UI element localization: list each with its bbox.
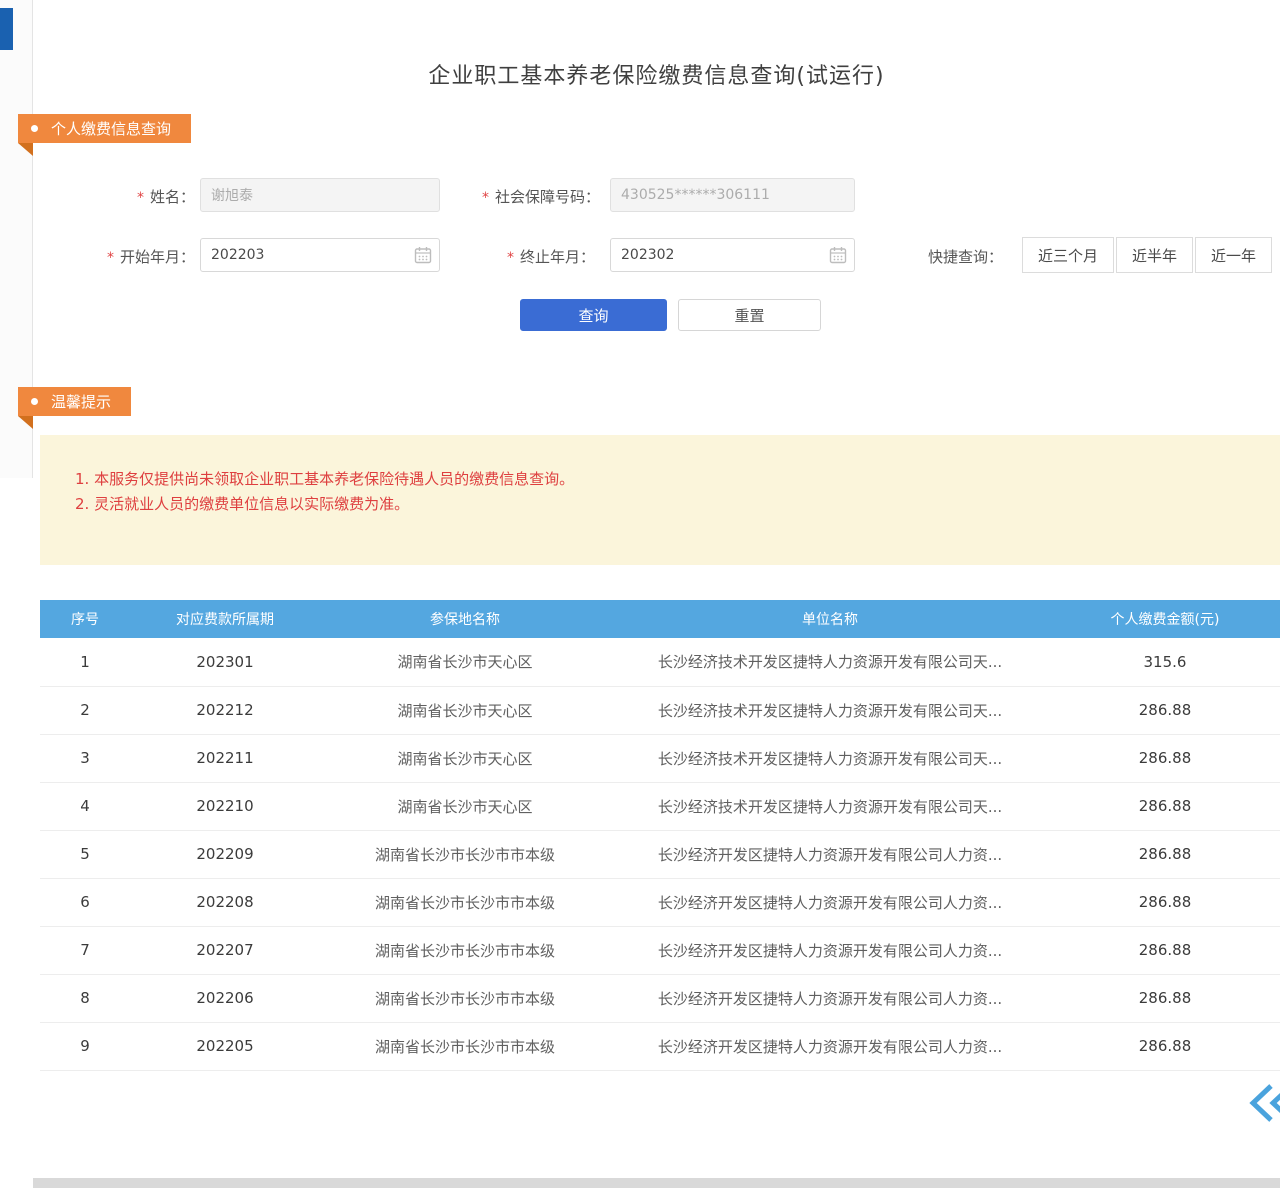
start-month-label: *开始年月： [85, 246, 195, 267]
table-cell: 4 [40, 782, 130, 830]
table-cell: 长沙经济技术开发区捷特人力资源开发有限公司天... [610, 782, 1050, 830]
table-cell: 286.88 [1050, 830, 1280, 878]
tips-line: 2. 灵活就业人员的缴费单位信息以实际缴费为准。 [75, 492, 1280, 517]
table-cell: 286.88 [1050, 926, 1280, 974]
table-cell: 湖南省长沙市长沙市市本级 [320, 1022, 610, 1070]
ssn-field [610, 178, 855, 212]
table-cell: 286.88 [1050, 974, 1280, 1022]
table-row: 4202210湖南省长沙市天心区长沙经济技术开发区捷特人力资源开发有限公司天..… [40, 782, 1280, 830]
table-cell: 202206 [130, 974, 320, 1022]
section-ribbon-tips-label: 温馨提示 [51, 391, 111, 412]
section-ribbon-query-label: 个人缴费信息查询 [51, 118, 171, 139]
table-cell: 202212 [130, 686, 320, 734]
table-cell: 湖南省长沙市长沙市市本级 [320, 830, 610, 878]
end-month-field[interactable] [610, 238, 855, 272]
table-row: 8202206湖南省长沙市长沙市市本级长沙经济开发区捷特人力资源开发有限公司人力… [40, 974, 1280, 1022]
table-cell: 湖南省长沙市天心区 [320, 686, 610, 734]
table-cell: 3 [40, 734, 130, 782]
start-month-field[interactable] [200, 238, 440, 272]
table-cell: 7 [40, 926, 130, 974]
table-row: 2202212湖南省长沙市天心区长沙经济技术开发区捷特人力资源开发有限公司天..… [40, 686, 1280, 734]
quick-1year-button[interactable]: 近一年 [1195, 237, 1272, 273]
table-cell: 长沙经济技术开发区捷特人力资源开发有限公司天... [610, 686, 1050, 734]
table-cell: 湖南省长沙市长沙市市本级 [320, 926, 610, 974]
name-label: *姓名： [90, 186, 195, 207]
query-button[interactable]: 查询 [520, 299, 667, 331]
quick-halfyear-button[interactable]: 近半年 [1116, 237, 1193, 273]
table-cell: 湖南省长沙市天心区 [320, 782, 610, 830]
payment-table: 序号 对应费款所属期 参保地名称 单位名称 个人缴费金额(元) 1202301湖… [40, 600, 1280, 1071]
required-marker: * [137, 190, 144, 206]
header-period: 对应费款所属期 [130, 600, 320, 638]
table-cell: 长沙经济开发区捷特人力资源开发有限公司人力资... [610, 1022, 1050, 1070]
table-cell: 长沙经济技术开发区捷特人力资源开发有限公司天... [610, 638, 1050, 686]
header-amount: 个人缴费金额(元) [1050, 600, 1280, 638]
table-cell: 湖南省长沙市长沙市市本级 [320, 878, 610, 926]
tips-line: 1. 本服务仅提供尚未领取企业职工基本养老保险待遇人员的缴费信息查询。 [75, 467, 1280, 492]
table-cell: 202207 [130, 926, 320, 974]
table-row: 5202209湖南省长沙市长沙市市本级长沙经济开发区捷特人力资源开发有限公司人力… [40, 830, 1280, 878]
tips-notice-box: 1. 本服务仅提供尚未领取企业职工基本养老保险待遇人员的缴费信息查询。 2. 灵… [40, 435, 1280, 565]
table-header-row: 序号 对应费款所属期 参保地名称 单位名称 个人缴费金额(元) [40, 600, 1280, 638]
header-seq: 序号 [40, 600, 130, 638]
table-cell: 长沙经济技术开发区捷特人力资源开发有限公司天... [610, 734, 1050, 782]
quick-query-group: 近三个月 近半年 近一年 [1022, 237, 1272, 273]
bottom-scroll-strip[interactable] [33, 1178, 1280, 1188]
page-title: 企业职工基本养老保险缴费信息查询(试运行) [33, 58, 1280, 90]
quick-query-label: 快捷查询： [928, 246, 1014, 267]
section-ribbon-tips: 温馨提示 [18, 387, 131, 416]
table-cell: 湖南省长沙市天心区 [320, 638, 610, 686]
calendar-icon[interactable] [414, 246, 432, 264]
name-field [200, 178, 440, 212]
table-cell: 长沙经济开发区捷特人力资源开发有限公司人力资... [610, 830, 1050, 878]
table-cell: 湖南省长沙市天心区 [320, 734, 610, 782]
section-ribbon-query: 个人缴费信息查询 [18, 114, 191, 143]
table-cell: 202301 [130, 638, 320, 686]
table-row: 1202301湖南省长沙市天心区长沙经济技术开发区捷特人力资源开发有限公司天..… [40, 638, 1280, 686]
table-cell: 286.88 [1050, 1022, 1280, 1070]
quick-3months-button[interactable]: 近三个月 [1022, 237, 1114, 273]
bullet-dot-icon [31, 398, 38, 405]
bullet-dot-icon [31, 125, 38, 132]
table-row: 6202208湖南省长沙市长沙市市本级长沙经济开发区捷特人力资源开发有限公司人力… [40, 878, 1280, 926]
table-cell: 1 [40, 638, 130, 686]
table-cell: 2 [40, 686, 130, 734]
ssn-label: *社会保障号码： [455, 186, 600, 207]
end-month-label: *终止年月： [455, 246, 595, 267]
table-cell: 315.6 [1050, 638, 1280, 686]
table-row: 3202211湖南省长沙市天心区长沙经济技术开发区捷特人力资源开发有限公司天..… [40, 734, 1280, 782]
pension-query-page: 企业职工基本养老保险缴费信息查询(试运行) 个人缴费信息查询 *姓名： *社会保… [0, 0, 1280, 1188]
reset-button[interactable]: 重置 [678, 299, 821, 331]
header-employer: 单位名称 [610, 600, 1050, 638]
table-cell: 202209 [130, 830, 320, 878]
table-cell: 286.88 [1050, 782, 1280, 830]
table-cell: 长沙经济开发区捷特人力资源开发有限公司人力资... [610, 974, 1050, 1022]
calendar-icon[interactable] [829, 246, 847, 264]
required-marker: * [107, 250, 114, 266]
table-cell: 8 [40, 974, 130, 1022]
table-cell: 286.88 [1050, 878, 1280, 926]
table-cell: 202211 [130, 734, 320, 782]
table-cell: 6 [40, 878, 130, 926]
table-cell: 202205 [130, 1022, 320, 1070]
table-cell: 286.88 [1050, 686, 1280, 734]
collapse-chevron-icon[interactable] [1248, 1082, 1280, 1124]
table-cell: 湖南省长沙市长沙市市本级 [320, 974, 610, 1022]
header-insured-place: 参保地名称 [320, 600, 610, 638]
required-marker: * [482, 190, 489, 206]
table-row: 7202207湖南省长沙市长沙市市本级长沙经济开发区捷特人力资源开发有限公司人力… [40, 926, 1280, 974]
left-nav-tab[interactable] [0, 8, 13, 50]
table-row: 9202205湖南省长沙市长沙市市本级长沙经济开发区捷特人力资源开发有限公司人力… [40, 1022, 1280, 1070]
table-cell: 5 [40, 830, 130, 878]
table-cell: 长沙经济开发区捷特人力资源开发有限公司人力资... [610, 878, 1050, 926]
table-cell: 9 [40, 1022, 130, 1070]
table-cell: 286.88 [1050, 734, 1280, 782]
required-marker: * [507, 250, 514, 266]
table-body: 1202301湖南省长沙市天心区长沙经济技术开发区捷特人力资源开发有限公司天..… [40, 638, 1280, 1070]
table-cell: 长沙经济开发区捷特人力资源开发有限公司人力资... [610, 926, 1050, 974]
table-cell: 202210 [130, 782, 320, 830]
table-cell: 202208 [130, 878, 320, 926]
